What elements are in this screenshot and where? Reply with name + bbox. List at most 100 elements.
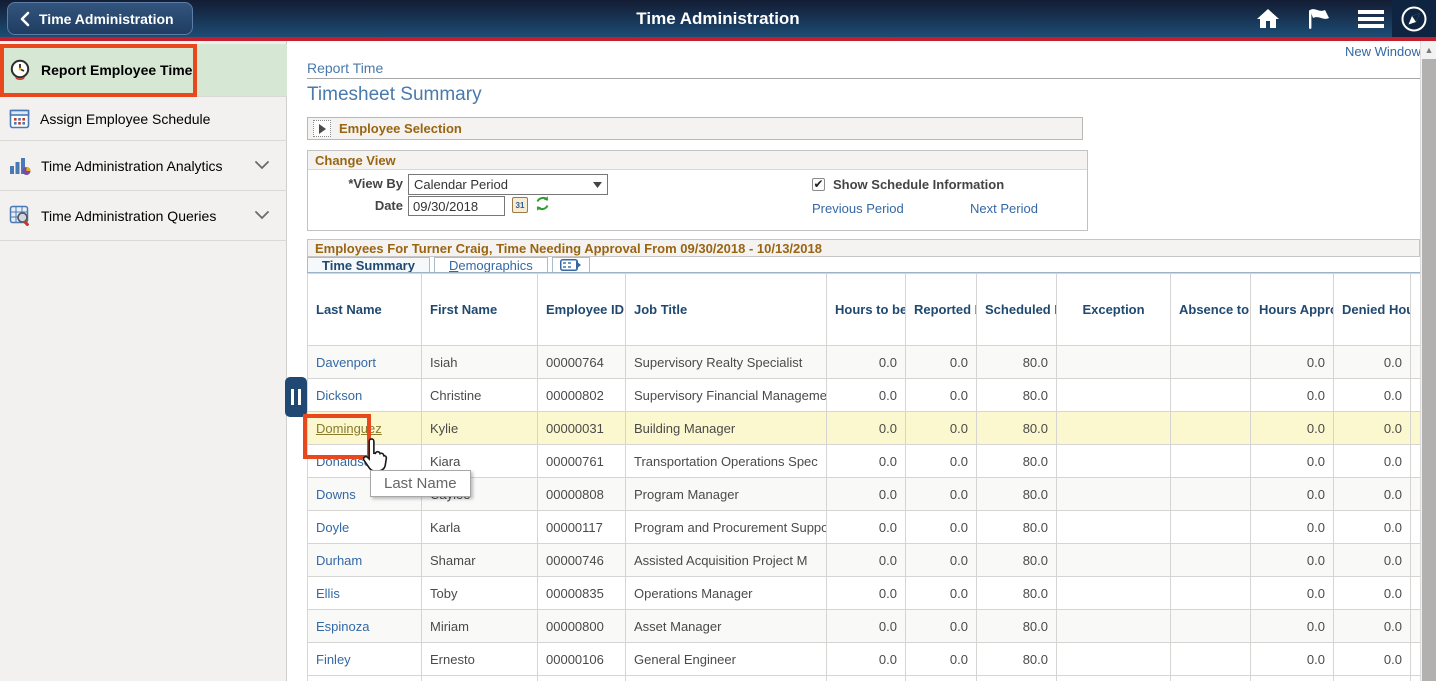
column-header-denied_hours[interactable]: Denied Hours (1334, 274, 1411, 346)
employee-last-name-link[interactable]: Finley (316, 652, 351, 667)
next-period-link[interactable]: Next Period (970, 201, 1038, 216)
cell-denied_hours: 0.0 (1334, 610, 1411, 643)
previous-period-link[interactable]: Previous Period (812, 201, 904, 216)
refresh-icon[interactable] (534, 195, 551, 217)
column-header-first_name[interactable]: First Name (422, 274, 538, 346)
show-schedule-label: Show Schedule Information (833, 177, 1004, 192)
sidebar-item-label: Time Administration Queries (41, 208, 216, 224)
choose-date-calendar-icon[interactable]: 31 (512, 197, 528, 213)
cell-clipped (1411, 511, 1421, 544)
cell-denied_hours: 0.0 (1334, 511, 1411, 544)
home-icon[interactable] (1256, 8, 1280, 29)
cell-absence_to_be_approved (1171, 511, 1251, 544)
date-input[interactable] (408, 196, 505, 216)
cell-reported_hours: 0.0 (906, 610, 977, 643)
column-header-scheduled_hours[interactable]: Scheduled Hours (977, 274, 1057, 346)
cell-first_name: Ernesto (422, 643, 538, 676)
cell-reported_hours: 0.0 (906, 379, 977, 412)
show-all-columns-icon[interactable] (552, 257, 590, 273)
column-header-hours_to_be_approved[interactable]: Hours to be Approved (827, 274, 906, 346)
sidebar-collapse-handle[interactable] (285, 377, 307, 417)
cell-hours_approved_or_submitted: 0.0 (1251, 511, 1334, 544)
cell-scheduled_hours: 80.0 (977, 610, 1057, 643)
cell-job_title: Assisted Acquisition Project M (626, 544, 827, 577)
cell-denied_hours: 0.0 (1334, 478, 1411, 511)
column-header-last_name[interactable]: Last Name (308, 274, 422, 346)
back-button-label: Time Administration (39, 11, 174, 27)
cell-absence_to_be_approved (1171, 379, 1251, 412)
cell-denied_hours: 0.0 (1334, 577, 1411, 610)
table-row: EspinozaMiriam00000800Asset Manager0.00.… (308, 610, 1421, 643)
column-header-reported_hours[interactable]: Reported Hours (906, 274, 977, 346)
cell-reported_hours: 0.0 (906, 511, 977, 544)
time-administration-page: Time Administration Time Administration (0, 0, 1436, 681)
navbar-compass-icon[interactable] (1392, 0, 1436, 37)
sidebar-item-time-administration-queries[interactable]: Time Administration Queries (0, 191, 287, 241)
cell-reported_hours: 0.0 (906, 544, 977, 577)
cell-first_name: Karla (422, 511, 538, 544)
query-search-icon (9, 205, 31, 226)
cell-first_name: Isiah (422, 346, 538, 379)
cell-hours_approved_or_submitted: 0.0 (1251, 577, 1334, 610)
cell-job_title: Asset Manager (626, 610, 827, 643)
column-header-hours_approved_or_submitted[interactable]: Hours Approved or Submitted (1251, 274, 1334, 346)
bar-chart-icon (9, 156, 31, 176)
table-row: DicksonChristine00000802Supervisory Fina… (308, 379, 1421, 412)
column-header-exception[interactable]: Exception (1057, 274, 1171, 346)
cell-hours_to_be_approved: 0.0 (827, 577, 906, 610)
cell-job_title: General Engineer (626, 643, 827, 676)
column-header-employee_id[interactable]: Employee ID (538, 274, 626, 346)
employee-last-name-link[interactable]: Davenport (316, 355, 376, 370)
cell-job_title: Supervisory Financial Manageme (626, 379, 827, 412)
cell-hours_to_be_approved: 0.0 (827, 412, 906, 445)
cell-exception (1057, 544, 1171, 577)
flag-icon[interactable] (1306, 8, 1332, 30)
table-row: EllisToby00000835Operations Manager0.00.… (308, 577, 1421, 610)
employee-last-name-link[interactable]: Espinoza (316, 619, 369, 634)
cell-hours_to_be_approved: 0.0 (827, 346, 906, 379)
vertical-scrollbar[interactable]: ▲ (1420, 41, 1436, 681)
cell-absence_to_be_approved (1171, 610, 1251, 643)
select-arrow-icon (593, 182, 602, 188)
column-header-job_title[interactable]: Job Title (626, 274, 827, 346)
cell-exception (1057, 346, 1171, 379)
employee-last-name-link[interactable]: Downs (316, 487, 356, 502)
employee-last-name-link[interactable]: Dickson (316, 388, 362, 403)
employee-last-name-link[interactable]: Ellis (316, 586, 340, 601)
sidebar-item-report-employee-time[interactable]: Report Employee Time (0, 44, 287, 97)
cell-employee_id: 00000835 (538, 577, 626, 610)
column-header-absence_to_be_approved[interactable]: Absence to be Approved (1171, 274, 1251, 346)
breadcrumb: Report Time (307, 60, 383, 76)
table-row-partial (308, 676, 1421, 681)
sidebar-item-assign-employee-schedule[interactable]: Assign Employee Schedule (0, 97, 287, 141)
cell-first_name: Toby (422, 577, 538, 610)
tab-demographics[interactable]: Demographics (434, 257, 548, 273)
menu-icon[interactable] (1358, 9, 1384, 29)
employee-last-name-link[interactable]: Durham (316, 553, 362, 568)
employee-last-name-link[interactable]: Doyle (316, 520, 349, 535)
cell-hours_approved_or_submitted: 0.0 (1251, 445, 1334, 478)
cell-scheduled_hours: 80.0 (977, 478, 1057, 511)
show-schedule-checkbox[interactable]: ✔ (812, 178, 825, 191)
view-by-select[interactable]: Calendar Period (408, 174, 608, 195)
sidebar-item-time-administration-analytics[interactable]: Time Administration Analytics (0, 141, 287, 191)
cell-denied_hours: 0.0 (1334, 379, 1411, 412)
back-button[interactable]: Time Administration (7, 2, 193, 35)
view-by-value: Calendar Period (414, 177, 508, 192)
cell-clipped (1411, 412, 1421, 445)
cell-job_title: Building Manager (626, 412, 827, 445)
chevron-down-icon (255, 211, 269, 220)
scroll-up-arrow-icon[interactable]: ▲ (1421, 42, 1436, 58)
cell-scheduled_hours: 80.0 (977, 379, 1057, 412)
expand-section-button[interactable] (313, 120, 331, 137)
cell-first_name: Christine (422, 379, 538, 412)
chevron-left-icon (20, 11, 30, 27)
new-window-link[interactable]: New Window (1345, 44, 1421, 59)
scrollbar-thumb[interactable] (1422, 59, 1436, 681)
tab-time-summary[interactable]: Time Summary (307, 257, 430, 273)
employee-last-name-link[interactable]: Dominguez (316, 421, 382, 436)
employee-grid: Last NameFirst NameEmployee IDJob TitleH… (307, 273, 1420, 681)
cell-hours_to_be_approved: 0.0 (827, 445, 906, 478)
grid-title-bar: Employees For Turner Craig, Time Needing… (307, 239, 1420, 257)
table-row: DominguezKylie00000031Building Manager0.… (308, 412, 1421, 445)
